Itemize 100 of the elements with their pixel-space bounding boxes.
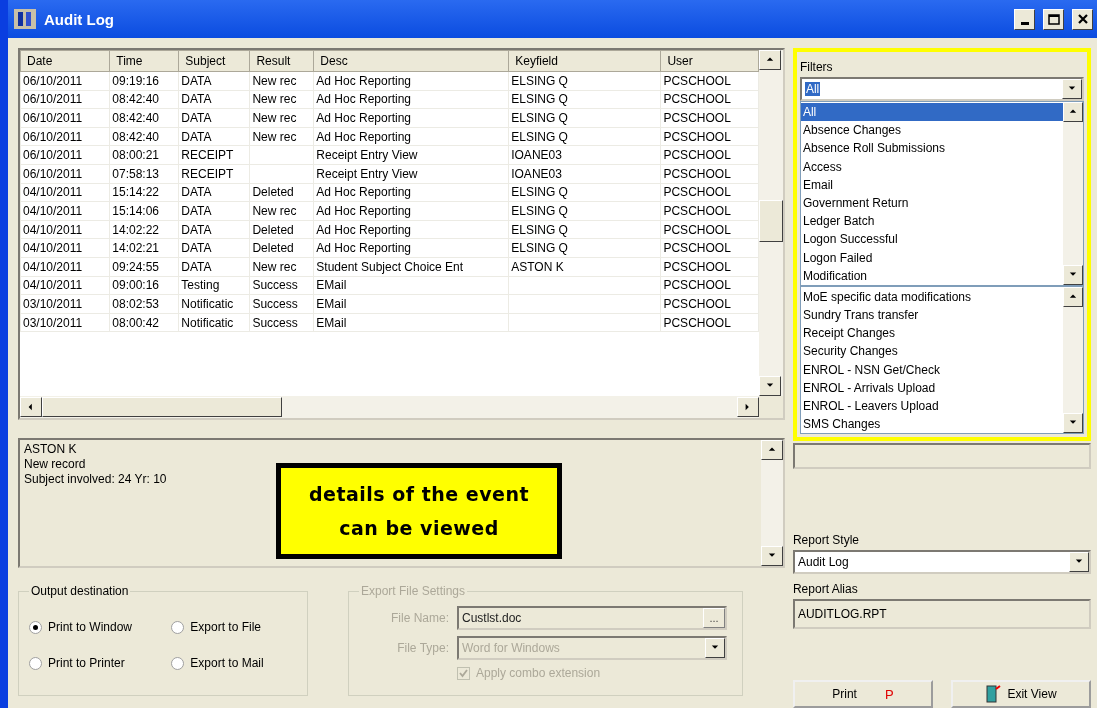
table-cell: PCSCHOOL xyxy=(660,127,759,146)
filters-label: Filters xyxy=(799,60,834,74)
left-arrow-icon xyxy=(27,403,35,411)
table-cell: PCSCHOOL xyxy=(660,313,759,332)
detail-line: New record xyxy=(24,457,87,472)
table-cell: Ad Hoc Reporting xyxy=(313,220,509,239)
horizontal-scrollbar[interactable] xyxy=(20,396,759,418)
radio-option[interactable]: Export to File xyxy=(171,620,297,634)
filter-option[interactable]: ENROL - Arrivals Upload xyxy=(800,378,1063,397)
table-cell: 08:42:40 xyxy=(109,108,179,128)
column-header[interactable]: Keyfield xyxy=(508,50,661,72)
scroll-thumb[interactable] xyxy=(42,397,282,417)
table-cell: DATA xyxy=(178,108,250,128)
filter-option[interactable]: ENROL - NSN Get/Check xyxy=(800,360,1063,379)
table-cell: ASTON K xyxy=(508,257,661,277)
radio-option[interactable]: Export to Mail xyxy=(171,656,297,670)
report-alias-label: Report Alias xyxy=(792,582,859,597)
table-cell: ELSING Q xyxy=(508,238,661,258)
close-button[interactable] xyxy=(1072,8,1093,30)
table-cell: 09:19:16 xyxy=(109,71,179,91)
filter-option[interactable]: Logon Successful xyxy=(800,230,1063,249)
filter-option[interactable]: Ledger Batch xyxy=(800,212,1063,231)
table-cell: PCSCHOOL xyxy=(660,238,759,258)
table-cell: ELSING Q xyxy=(508,127,661,146)
filter-option[interactable]: Modification xyxy=(800,266,1063,285)
filter-option[interactable]: Receipt Changes xyxy=(800,324,1063,343)
table-cell: DATA xyxy=(178,201,250,221)
radio-option[interactable]: Print to Printer xyxy=(29,656,166,670)
column-header[interactable]: Time xyxy=(109,50,179,72)
filter-option[interactable]: Absence Changes xyxy=(800,121,1063,140)
table-cell: 06/10/2011 xyxy=(20,71,110,91)
column-header[interactable]: User xyxy=(660,50,759,72)
scroll-thumb[interactable] xyxy=(758,200,783,242)
filter-option[interactable]: Logon Failed xyxy=(800,248,1063,267)
filter-option[interactable]: SMS Changes xyxy=(800,415,1063,434)
exit-view-button[interactable]: Exit View xyxy=(951,680,1091,708)
table-cell: 06/10/2011 xyxy=(20,108,110,128)
table-cell: 04/10/2011 xyxy=(20,183,110,202)
table-cell: PCSCHOOL xyxy=(660,276,759,295)
table-cell: Testing xyxy=(178,276,250,295)
table-cell: EMail xyxy=(313,276,509,295)
filter-option[interactable]: MoE specific data modifications xyxy=(800,287,1063,307)
scrollbar-corner xyxy=(758,396,783,418)
table-cell: Ad Hoc Reporting xyxy=(313,108,509,128)
filter-option[interactable]: All xyxy=(800,103,1063,122)
table-cell: ELSING Q xyxy=(508,183,661,202)
filter-option[interactable]: Absence Roll Submissions xyxy=(800,139,1063,158)
table-cell: PCSCHOOL xyxy=(660,183,759,202)
filter-option[interactable]: ENROL - Leavers Upload xyxy=(800,397,1063,416)
detail-line: Subject involved: 24 Yr: 10 xyxy=(24,472,168,487)
table-cell: PCSCHOOL xyxy=(660,201,759,221)
table-cell: Ad Hoc Reporting xyxy=(313,238,509,258)
filter-option[interactable]: Email xyxy=(800,175,1063,194)
vertical-scrollbar[interactable] xyxy=(758,50,783,396)
maximize-button[interactable] xyxy=(1043,8,1064,30)
filters-dropdown[interactable]: All xyxy=(799,77,1084,101)
maximize-icon xyxy=(1047,13,1060,25)
radio-option[interactable]: Print to Window xyxy=(29,620,166,634)
column-header[interactable]: Desc xyxy=(313,50,509,72)
table-cell: 04/10/2011 xyxy=(20,276,110,295)
empty-field[interactable] xyxy=(792,443,1091,470)
table-cell: Ad Hoc Reporting xyxy=(313,90,509,109)
table-cell: Ad Hoc Reporting xyxy=(313,201,509,221)
table-cell: ELSING Q xyxy=(508,201,661,221)
details-scrollbar[interactable] xyxy=(760,440,783,566)
print-button[interactable]: Print P xyxy=(792,680,933,708)
table-cell: DATA xyxy=(178,127,250,146)
report-style-dropdown[interactable]: Audit Log xyxy=(792,550,1091,575)
field-label: File Name: xyxy=(390,611,449,625)
column-header[interactable]: Date xyxy=(20,50,110,72)
table-cell: PCSCHOOL xyxy=(660,145,759,165)
table-cell: Ad Hoc Reporting xyxy=(313,183,509,202)
table-cell: 06/10/2011 xyxy=(20,164,110,184)
column-header[interactable]: Result xyxy=(249,50,314,72)
report-alias-field[interactable]: AUDITLOG.RPT xyxy=(792,599,1091,630)
minimize-button[interactable] xyxy=(1014,8,1035,30)
table-cell: Receipt Entry View xyxy=(313,145,509,165)
minimize-icon xyxy=(1020,21,1029,25)
table-cell: 04/10/2011 xyxy=(20,201,110,221)
table-cell: New rec xyxy=(249,201,314,221)
field-label: File Type: xyxy=(396,641,449,655)
callout-text: details of the event xyxy=(308,482,530,507)
group-title: Export File Settings xyxy=(360,584,467,598)
table-cell: 06/10/2011 xyxy=(20,145,110,165)
filter-option[interactable]: Sundry Trans transfer xyxy=(800,306,1063,325)
table-cell: PCSCHOOL xyxy=(660,220,759,239)
table-cell: 09:00:16 xyxy=(109,276,179,295)
close-icon xyxy=(1077,14,1088,24)
table-cell: 04/10/2011 xyxy=(20,238,110,258)
filter-option[interactable]: Government Return xyxy=(800,193,1063,213)
filter-option[interactable]: Security Changes xyxy=(800,342,1063,361)
table-cell: New rec xyxy=(249,90,314,109)
table-cell: New rec xyxy=(249,108,314,128)
table-cell: ELSING Q xyxy=(508,108,661,128)
filter-option[interactable]: Access xyxy=(800,157,1063,176)
table-cell: ELSING Q xyxy=(508,90,661,109)
table-cell: 15:14:06 xyxy=(109,201,179,221)
table-cell: DATA xyxy=(178,257,250,277)
table-cell: RECEIPT xyxy=(178,145,250,165)
column-header[interactable]: Subject xyxy=(178,50,250,72)
